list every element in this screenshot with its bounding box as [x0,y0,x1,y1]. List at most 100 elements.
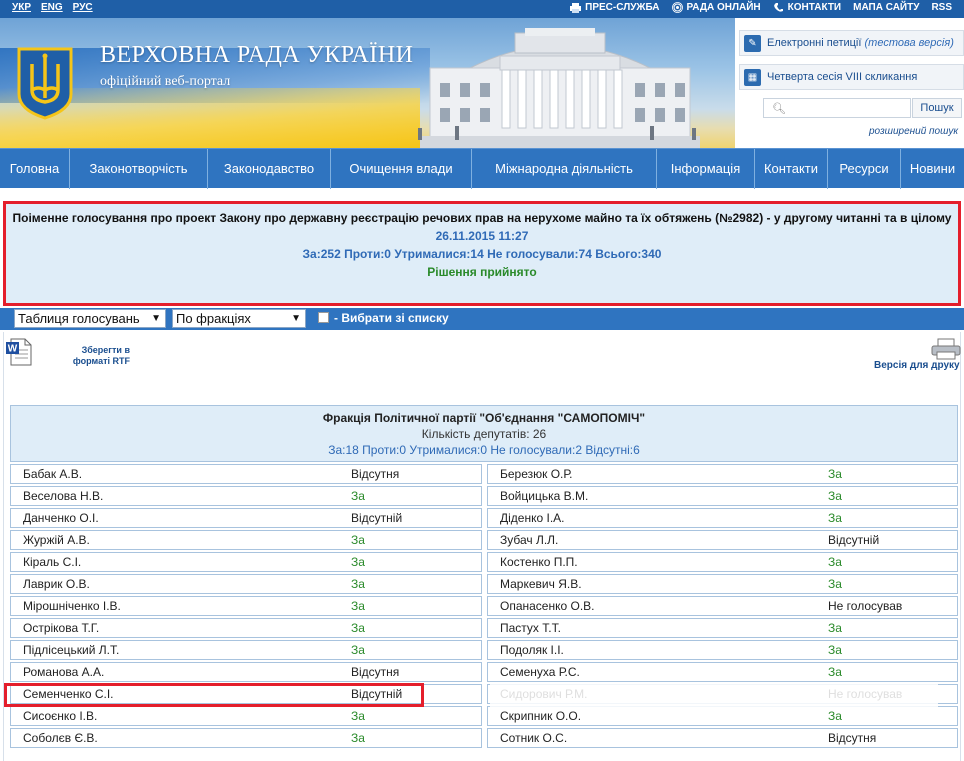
deputy-vote: За [828,511,842,525]
phone-icon [773,3,783,12]
deputy-row: Семенуха Р.С. За [487,662,958,682]
top-bar: УКР ENG РУС ПРЕС-СЛУЖБА РАДА ОНЛАЙН КОНТ… [0,0,964,18]
deputy-name: Сисоєнко І.В. [23,709,98,723]
advanced-search-link[interactable]: розширений пошук [869,126,958,137]
deputy-row: Скрипник О.О. За [487,706,958,726]
deputy-vote: Відсутній [351,511,403,525]
deputy-name: Журжій А.В. [23,533,90,547]
nav-item-information[interactable]: Інформація [657,149,755,189]
deputy-name: Березюк О.Р. [500,467,573,481]
sitemap-link[interactable]: МАПА САЙТУ [853,2,919,13]
deputy-row: Бабак А.В. Відсутня [10,464,482,484]
deputy-name: Бабак А.В. [23,467,83,481]
search-icon: 🔍︎ [772,103,786,115]
vote-result: Рішення прийнято [427,265,537,279]
deputy-row: Острікова Т.Г. За [10,618,482,638]
word-document-icon[interactable]: W [5,338,33,366]
faction-member-count: Кількість депутатів: 26 [421,427,547,441]
main-nav: Головна Законотворчість Законодавство Оч… [0,148,964,189]
parliament-building-image [418,28,700,148]
faction-name: Фракція Політичної партії "Об'єднання "С… [322,411,646,425]
lang-eng-link[interactable]: ENG [41,2,63,13]
deputy-row: Діденко І.А. За [487,508,958,528]
deputy-name: Підлісецький Л.Т. [23,643,120,657]
deputy-name: Маркевич Я.В. [500,577,582,591]
deputy-row: Данченко О.І. Відсутній [10,508,482,528]
deputy-row: Підлісецький Л.Т. За [10,640,482,660]
deputy-name: Мірошніченко І.В. [23,599,121,613]
deputy-vote: За [351,621,365,635]
rada-online-link[interactable]: РАДА ОНЛАЙН [671,2,761,13]
nav-item-contacts[interactable]: Контакти [755,149,828,189]
top-links: ПРЕС-СЛУЖБА РАДА ОНЛАЙН КОНТАКТИ МАПА СА… [570,2,952,13]
group-select[interactable]: По фракціях ▼ [172,309,306,328]
deputy-vote: За [828,643,842,657]
nav-item-lustration[interactable]: Очищення влади [331,149,472,189]
deputy-name: Лаврик О.В. [23,577,90,591]
site-title[interactable]: ВЕРХОВНА РАДА УКРАЇНИ [100,42,414,69]
deputy-row: Маркевич Я.В. За [487,574,958,594]
deputy-vote: За [828,665,842,679]
e-petitions-link[interactable]: ✎ Електронні петиції (тестова версія) [739,30,964,56]
language-switcher: УКР ENG РУС [12,2,93,13]
deputy-row: Опанасенко О.В. Не голосував [487,596,958,616]
lang-rus-link[interactable]: РУС [73,2,93,13]
nav-item-home[interactable]: Головна [0,149,70,189]
svg-text:W: W [8,344,18,355]
deputy-row: Костенко П.П. За [487,552,958,572]
deputy-vote: Відсутня [828,731,877,745]
search-input[interactable]: 🔍︎ [763,98,911,118]
deputy-row: Подоляк І.І. За [487,640,958,660]
view-select[interactable]: Таблиця голосувань ▼ [14,309,166,328]
header-banner: ВЕРХОВНА РАДА УКРАЇНИ офіційний веб-порт… [0,18,735,148]
vote-totals: За:252 Проти:0 Утрималися:14 Не голосува… [302,247,662,261]
deputy-vote: За [828,577,842,591]
deputy-name: Зубач Л.Л. [500,533,559,547]
contacts-top-link[interactable]: КОНТАКТИ [773,2,841,13]
print-version-link[interactable]: Версія для друку [874,360,960,371]
deputy-vote: За [351,577,365,591]
deputy-vote: За [828,489,842,503]
pencil-icon: ✎ [744,34,761,52]
deputy-name: Костенко П.П. [500,555,578,569]
deputy-vote: Відсутній [351,687,403,701]
nav-item-news[interactable]: Новини [901,149,964,189]
search-button[interactable]: Пошук [912,98,962,118]
printer-icon[interactable] [930,338,962,360]
deputy-vote: За [828,467,842,481]
deputy-name: Подоляк І.І. [500,643,564,657]
session-label: Четверта сесія VIII скликання [767,71,918,83]
vote-datetime: 26.11.2015 11:27 [435,229,529,243]
deputy-row: Семенченко С.І. Відсутній [10,684,482,704]
select-from-list-checkbox[interactable] [318,312,329,323]
trident-emblem-icon[interactable] [16,46,74,120]
deputy-name: Семенченко С.І. [23,687,114,701]
deputy-row: Романова А.А. Відсутня [10,662,482,682]
nav-item-resources[interactable]: Ресурси [828,149,901,189]
save-rtf-link[interactable]: Зберегти в форматі RTF [60,345,130,367]
deputy-name: Сотник О.С. [500,731,568,745]
lang-ukr-link[interactable]: УКР [12,2,31,13]
calendar-icon: ▦ [744,68,761,86]
rss-link[interactable]: RSS [931,2,952,13]
deputy-name: Скрипник О.О. [500,709,582,723]
deputy-vote: За [828,621,842,635]
broadcast-icon [671,2,683,13]
deputy-name: Романова А.А. [23,665,105,679]
press-service-link[interactable]: ПРЕС-СЛУЖБА [570,2,660,13]
session-link[interactable]: ▦ Четверта сесія VIII скликання [739,64,964,90]
deputy-name: Семенуха Р.С. [500,665,580,679]
nav-item-lawmaking[interactable]: Законотворчість [70,149,208,189]
deputy-row: Кіраль С.І. За [10,552,482,572]
dropdown-arrow-icon: ▼ [151,313,161,324]
nav-item-legislation[interactable]: Законодавство [208,149,331,189]
deputy-row: Мірошніченко І.В. За [10,596,482,616]
deputy-vote: Не голосував [828,687,903,701]
deputy-vote: Відсутня [351,467,400,481]
deputy-name: Опанасенко О.В. [500,599,595,613]
nav-item-international[interactable]: Міжнародна діяльність [472,149,657,189]
rada-online-label: РАДА ОНЛАЙН [686,2,761,13]
deputy-vote: За [351,709,365,723]
deputy-name: Кіраль С.І. [23,555,82,569]
deputy-vote: Відсутня [351,665,400,679]
